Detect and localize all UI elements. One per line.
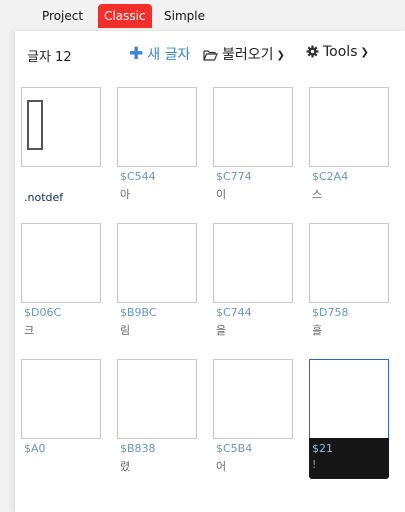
- glyph-code: $C744: [216, 306, 252, 319]
- glyph-char: 을: [216, 324, 227, 337]
- glyph-code: $B838: [120, 442, 156, 455]
- glyph-cell[interactable]: $A0: [21, 359, 101, 477]
- tab-classic[interactable]: Classic: [98, 4, 152, 28]
- mode-tabs: Project Classic Simple: [0, 0, 405, 32]
- glyph-cell[interactable]: $C5B4 어: [213, 359, 293, 477]
- load-label: 불러오기: [222, 47, 274, 63]
- plus-icon: ✚: [129, 44, 144, 64]
- chevron-down-icon: ❯: [360, 47, 369, 58]
- glyph-panel: 글자 12 ✚ 새 글자 불러오기 ❯ Tools ❯ .notdef $C54…: [14, 31, 405, 512]
- gear-icon: [306, 45, 319, 62]
- glyph-preview: [213, 87, 293, 167]
- glyph-preview: [117, 223, 197, 303]
- tools-menu-button[interactable]: Tools ❯: [306, 44, 369, 62]
- glyph-code: $D06C: [24, 306, 62, 319]
- glyph-char: 크: [24, 324, 35, 337]
- glyph-preview: [309, 87, 389, 167]
- glyph-cell[interactable]: $C544 아: [117, 87, 197, 205]
- glyph-code: $A0: [24, 442, 46, 455]
- glyph-preview: [213, 223, 293, 303]
- load-button[interactable]: 불러오기 ❯: [203, 44, 285, 65]
- glyph-code: $C5B4: [216, 442, 253, 455]
- glyph-char: !: [312, 458, 317, 471]
- glyph-char: 스: [312, 188, 323, 201]
- tab-project[interactable]: Project: [36, 4, 89, 28]
- glyph-code: $C774: [216, 170, 252, 183]
- tools-label: Tools: [323, 44, 358, 60]
- glyph-cell-notdef[interactable]: .notdef: [21, 87, 101, 205]
- glyph-char: 아: [120, 188, 131, 201]
- glyph-count: 글자 12: [27, 50, 72, 65]
- glyph-cell[interactable]: $B838 렸: [117, 359, 197, 477]
- notdef-glyph-shape: [27, 100, 43, 150]
- glyph-preview: [309, 223, 389, 303]
- folder-open-icon: [203, 49, 218, 65]
- glyph-preview: [117, 87, 197, 167]
- chevron-down-icon: ❯: [276, 50, 285, 61]
- glyph-preview: [213, 359, 293, 439]
- glyph-cell[interactable]: $C744 을: [213, 223, 293, 341]
- new-glyph-button[interactable]: ✚ 새 글자: [129, 44, 190, 64]
- glyph-cell[interactable]: $D06C 크: [21, 223, 101, 341]
- glyph-cell-selected[interactable]: $21 !: [309, 359, 389, 479]
- glyph-char: 림: [120, 324, 131, 337]
- glyph-char: 이: [216, 188, 227, 201]
- glyph-preview: [21, 87, 101, 167]
- glyph-char: 렸: [120, 460, 131, 473]
- glyph-code: $C544: [120, 170, 156, 183]
- new-glyph-label: 새 글자: [147, 47, 191, 63]
- glyph-cell[interactable]: $C774 이: [213, 87, 293, 205]
- glyph-cell[interactable]: $B9BC 림: [117, 223, 197, 341]
- glyph-preview: [309, 359, 389, 439]
- glyph-toolbar: 글자 12 ✚ 새 글자 불러오기 ❯ Tools ❯: [15, 31, 405, 77]
- glyph-code: $21: [312, 442, 333, 455]
- glyph-preview: [117, 359, 197, 439]
- glyph-cell[interactable]: $D758 흘: [309, 223, 389, 341]
- glyph-char: 어: [216, 460, 227, 473]
- tab-simple[interactable]: Simple: [158, 4, 211, 28]
- glyph-label: .notdef: [24, 191, 64, 204]
- glyph-preview: [21, 359, 101, 439]
- glyph-cell[interactable]: $C2A4 스: [309, 87, 389, 205]
- glyph-char: 흘: [312, 324, 323, 337]
- glyph-code: $C2A4: [312, 170, 349, 183]
- glyph-preview: [21, 223, 101, 303]
- glyph-code: $D758: [312, 306, 349, 319]
- glyph-code: $B9BC: [120, 306, 157, 319]
